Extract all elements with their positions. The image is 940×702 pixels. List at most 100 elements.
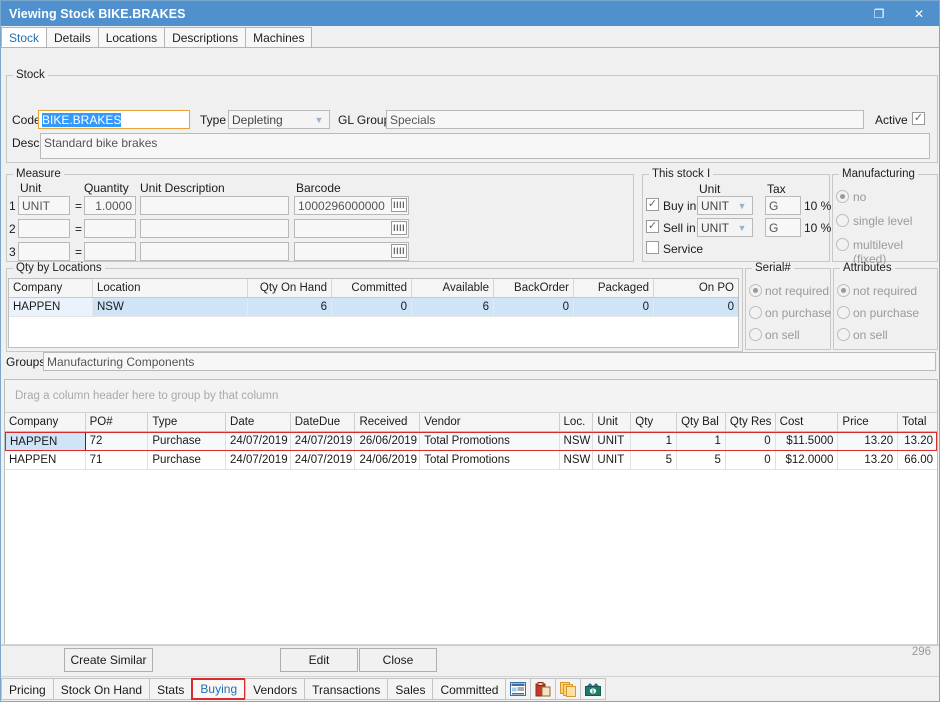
cell-cost[interactable]: $12.0000 bbox=[776, 451, 839, 470]
attributes-radio-on-sell[interactable] bbox=[837, 328, 850, 341]
table-row[interactable]: HAPPEN NSW 6 0 6 0 0 0 bbox=[9, 298, 738, 317]
gl-group-input[interactable]: Specials bbox=[386, 110, 864, 129]
col-vendor[interactable]: Vendor bbox=[420, 413, 559, 431]
cell-vendor[interactable]: Total Promotions bbox=[420, 451, 559, 470]
serial-radio-on-sell[interactable] bbox=[749, 328, 762, 341]
cell-company[interactable]: HAPPEN bbox=[5, 451, 86, 470]
measure-unit-input-3[interactable] bbox=[18, 242, 70, 261]
cell-qty-res[interactable]: 0 bbox=[726, 451, 776, 470]
col-po[interactable]: PO# bbox=[86, 413, 149, 431]
cell-unit[interactable]: UNIT bbox=[593, 451, 631, 470]
money-icon[interactable]: $ bbox=[580, 678, 606, 700]
col-type[interactable]: Type bbox=[148, 413, 226, 431]
qty-col-location[interactable]: Location bbox=[93, 279, 248, 297]
barcode-icon[interactable]: IIII bbox=[391, 198, 407, 212]
type-select[interactable]: Depleting ▼ bbox=[228, 110, 330, 129]
cell-cost[interactable]: $11.5000 bbox=[776, 432, 839, 451]
create-similar-button[interactable]: Create Similar bbox=[64, 648, 153, 672]
serial-radio-on-purchase[interactable] bbox=[749, 306, 762, 319]
restore-icon[interactable]: ❐ bbox=[859, 1, 899, 26]
barcode-icon[interactable]: IIII bbox=[391, 221, 407, 235]
cell-datedue[interactable]: 24/07/2019 bbox=[291, 432, 356, 451]
col-qty-res[interactable]: Qty Res bbox=[726, 413, 776, 431]
measure-unit-input-1[interactable]: UNIT bbox=[18, 196, 70, 215]
qty-col-company[interactable]: Company bbox=[9, 279, 93, 297]
buying-grid[interactable]: Drag a column header here to group by th… bbox=[4, 379, 938, 644]
qty-col-backorder[interactable]: BackOrder bbox=[494, 279, 574, 297]
cell-total[interactable]: 13.20 bbox=[898, 432, 937, 451]
tab-details[interactable]: Details bbox=[46, 27, 99, 47]
measure-quantity-input-2[interactable] bbox=[84, 219, 136, 238]
bottom-tab-transactions[interactable]: Transactions bbox=[304, 678, 388, 700]
measure-unit-input-2[interactable] bbox=[18, 219, 70, 238]
measure-unit-description-input-1[interactable] bbox=[140, 196, 289, 215]
manufacturing-radio-no[interactable] bbox=[836, 190, 849, 203]
buy-in-checkbox[interactable] bbox=[646, 198, 659, 211]
tab-descriptions[interactable]: Descriptions bbox=[164, 27, 246, 47]
cell-received[interactable]: 26/06/2019 bbox=[355, 432, 420, 451]
attributes-radio-not-required[interactable] bbox=[837, 284, 850, 297]
bottom-tab-sales[interactable]: Sales bbox=[387, 678, 433, 700]
sell-in-unit-select[interactable]: UNIT ▼ bbox=[697, 218, 753, 237]
sell-in-tax-input[interactable]: G bbox=[765, 218, 801, 237]
groups-input[interactable]: Manufacturing Components bbox=[43, 352, 936, 371]
col-price[interactable]: Price bbox=[838, 413, 898, 431]
cell-qty[interactable]: 1 bbox=[631, 432, 677, 451]
report-icon[interactable] bbox=[505, 678, 531, 700]
cell-type[interactable]: Purchase bbox=[148, 451, 226, 470]
copy-documents-icon[interactable] bbox=[555, 678, 581, 700]
qty-col-committed[interactable]: Committed bbox=[332, 279, 412, 297]
bottom-tab-stats[interactable]: Stats bbox=[149, 678, 192, 700]
qty-col-on-po[interactable]: On PO bbox=[654, 279, 738, 297]
col-total[interactable]: Total bbox=[898, 413, 937, 431]
bottom-tab-pricing[interactable]: Pricing bbox=[1, 678, 54, 700]
col-loc[interactable]: Loc. bbox=[560, 413, 594, 431]
close-button[interactable]: Close bbox=[359, 648, 437, 672]
cell-qty-bal[interactable]: 5 bbox=[677, 451, 726, 470]
cell-loc[interactable]: NSW bbox=[560, 432, 594, 451]
bottom-tab-vendors[interactable]: Vendors bbox=[245, 678, 305, 700]
col-company[interactable]: Company bbox=[5, 413, 86, 431]
active-checkbox[interactable] bbox=[912, 112, 925, 125]
measure-quantity-input-3[interactable] bbox=[84, 242, 136, 261]
buy-in-unit-select[interactable]: UNIT ▼ bbox=[697, 196, 753, 215]
qty-by-locations-grid[interactable]: Company Location Qty On Hand Committed A… bbox=[8, 278, 739, 348]
cell-vendor[interactable]: Total Promotions bbox=[420, 432, 559, 451]
manufacturing-radio-multilevel[interactable] bbox=[836, 238, 849, 251]
manufacturing-radio-single-level[interactable] bbox=[836, 214, 849, 227]
barcode-icon[interactable]: IIII bbox=[391, 244, 407, 258]
col-datedue[interactable]: DateDue bbox=[291, 413, 356, 431]
col-date[interactable]: Date bbox=[226, 413, 291, 431]
cell-qty-res[interactable]: 0 bbox=[726, 432, 776, 451]
qty-col-available[interactable]: Available bbox=[412, 279, 494, 297]
table-row[interactable]: HAPPEN 71 Purchase 24/07/2019 24/07/2019… bbox=[5, 451, 937, 470]
qty-col-qty-on-hand[interactable]: Qty On Hand bbox=[248, 279, 332, 297]
tab-locations[interactable]: Locations bbox=[98, 27, 165, 47]
cell-po[interactable]: 72 bbox=[86, 432, 149, 451]
tab-machines[interactable]: Machines bbox=[245, 27, 312, 47]
cell-loc[interactable]: NSW bbox=[560, 451, 594, 470]
cell-company[interactable]: HAPPEN bbox=[5, 432, 86, 451]
buy-in-tax-input[interactable]: G bbox=[765, 196, 801, 215]
cell-type[interactable]: Purchase bbox=[148, 432, 226, 451]
measure-unit-description-input-2[interactable] bbox=[140, 219, 289, 238]
cell-unit[interactable]: UNIT bbox=[593, 432, 631, 451]
service-checkbox[interactable] bbox=[646, 241, 659, 254]
col-cost[interactable]: Cost bbox=[776, 413, 839, 431]
col-unit[interactable]: Unit bbox=[593, 413, 631, 431]
cell-received[interactable]: 24/06/2019 bbox=[355, 451, 420, 470]
close-icon[interactable]: ✕ bbox=[899, 1, 939, 26]
tab-stock[interactable]: Stock bbox=[1, 27, 47, 47]
desc-input[interactable]: Standard bike brakes bbox=[40, 133, 930, 159]
code-input[interactable]: BIKE.BRAKES bbox=[38, 110, 190, 129]
measure-unit-description-input-3[interactable] bbox=[140, 242, 289, 261]
cell-date[interactable]: 24/07/2019 bbox=[226, 432, 291, 451]
cell-price[interactable]: 13.20 bbox=[838, 432, 898, 451]
group-by-drop-area[interactable]: Drag a column header here to group by th… bbox=[5, 380, 937, 413]
col-qty-bal[interactable]: Qty Bal bbox=[677, 413, 726, 431]
bottom-tab-buying[interactable]: Buying bbox=[191, 678, 246, 700]
table-row[interactable]: HAPPEN 72 Purchase 24/07/2019 24/07/2019… bbox=[5, 432, 937, 451]
cell-po[interactable]: 71 bbox=[86, 451, 149, 470]
clipboard-paste-icon[interactable] bbox=[530, 678, 556, 700]
edit-button[interactable]: Edit bbox=[280, 648, 358, 672]
